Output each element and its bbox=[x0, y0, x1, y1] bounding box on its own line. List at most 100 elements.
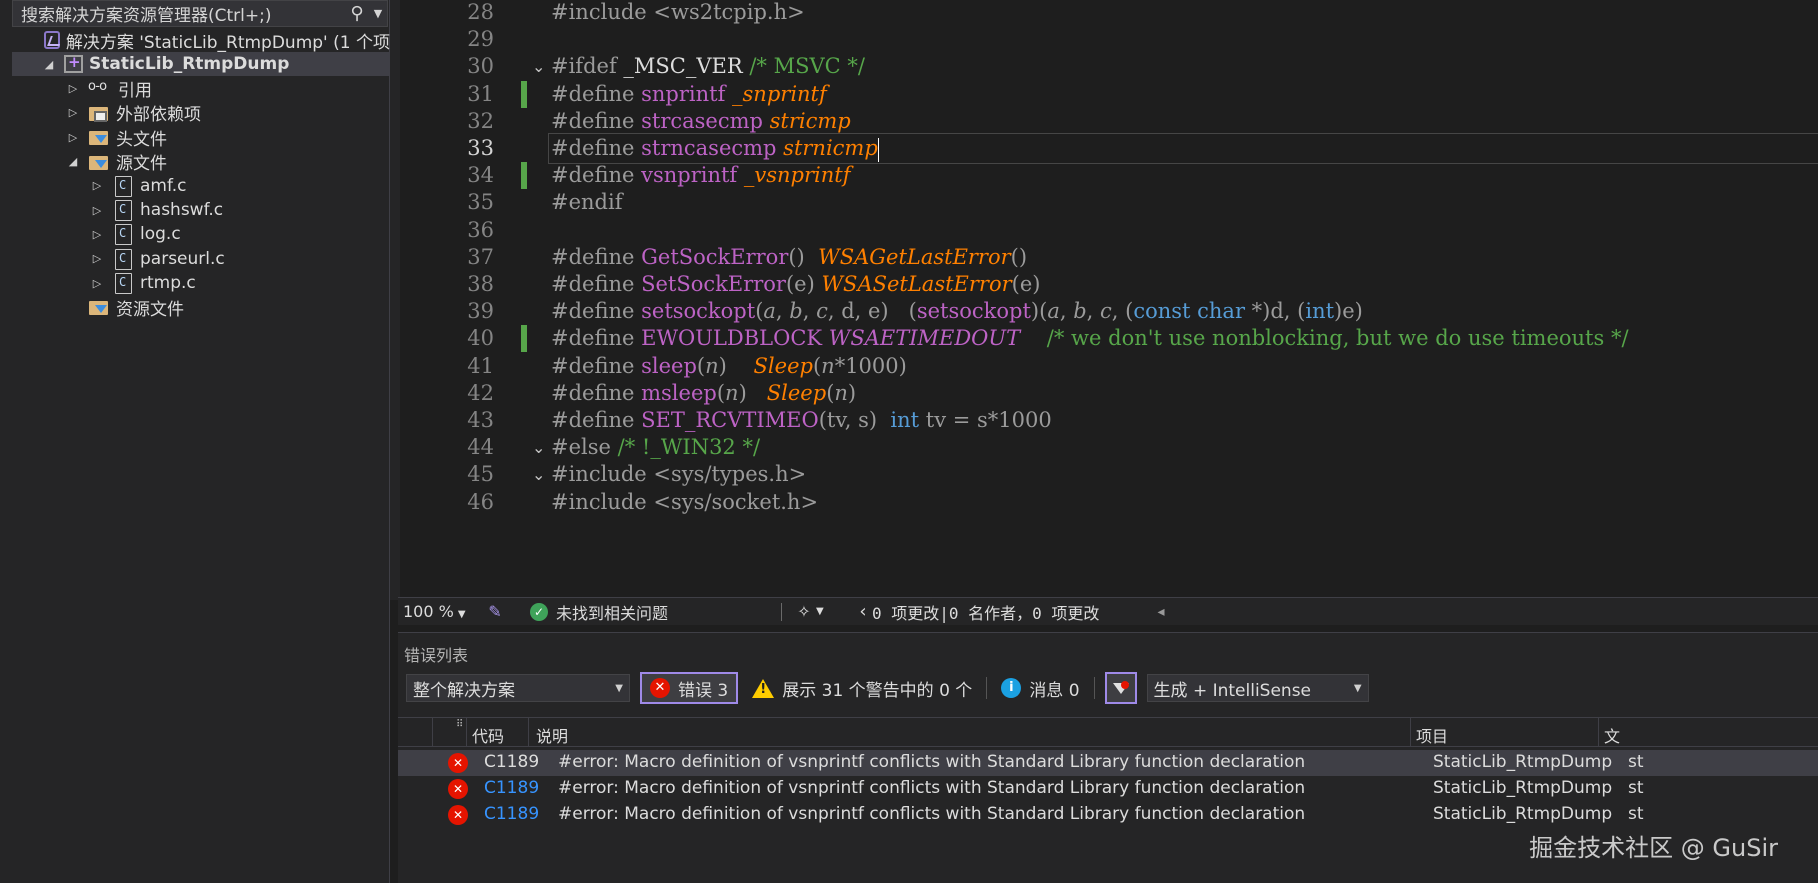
divider bbox=[1093, 677, 1095, 699]
expand-arrow-icon[interactable]: ▷ bbox=[66, 82, 80, 95]
column-header-description[interactable]: 说明 bbox=[536, 723, 568, 747]
expand-arrow-icon[interactable]: ▷ bbox=[66, 106, 80, 119]
filter-button[interactable] bbox=[1104, 672, 1137, 704]
code-token: _vsnprintf bbox=[743, 163, 851, 188]
code-token: <sys/types.h> bbox=[653, 462, 807, 487]
sort-icon[interactable]: ⠿ bbox=[456, 719, 463, 730]
chevron-down-icon[interactable]: ▼ bbox=[816, 606, 834, 617]
code-token: , bbox=[1059, 299, 1074, 324]
errors-filter-button[interactable]: ✕ 错误 3 bbox=[640, 672, 739, 704]
error-project: StaticLib_RtmpDump bbox=[1433, 778, 1613, 798]
tree-item[interactable]: ▷ hashswf.c bbox=[12, 198, 390, 222]
scroll-left-icon[interactable]: ◂ bbox=[1152, 604, 1170, 620]
error-row[interactable]: ✕ C1189 #error: Macro definition of vsnpri… bbox=[398, 750, 1818, 776]
error-code[interactable]: C1189 bbox=[484, 752, 539, 772]
expand-arrow-icon[interactable]: ▷ bbox=[90, 179, 104, 192]
code-token: #define bbox=[551, 136, 642, 160]
error-row[interactable]: ✕ C1189 #error: Macro definition of vsnpri… bbox=[398, 776, 1818, 802]
error-code[interactable]: C1189 bbox=[484, 778, 539, 798]
git-changes-status[interactable]: 0 项更改|0 名作者，0 项更改 bbox=[872, 600, 1152, 624]
code-token: *1000) bbox=[834, 353, 907, 378]
chevron-down-icon[interactable]: ▼ bbox=[369, 7, 387, 20]
solution-icon bbox=[43, 31, 60, 49]
code-token: /* MSVC */ bbox=[749, 54, 865, 79]
column-divider bbox=[432, 718, 433, 746]
tree-item[interactable]: ◢ 源文件 bbox=[12, 150, 390, 174]
solution-explorer-search[interactable]: 搜索解决方案资源管理器(Ctrl+;) ⚲ ▼ bbox=[12, 0, 388, 27]
code-token: #define bbox=[551, 108, 642, 133]
code-token: #include bbox=[551, 0, 654, 24]
code-token: )( bbox=[1030, 299, 1048, 324]
search-input[interactable]: 搜索解决方案资源管理器(Ctrl+;) bbox=[13, 1, 345, 26]
tree-item[interactable]: ▷ 头文件 bbox=[12, 125, 390, 150]
error-code[interactable]: C1189 bbox=[484, 804, 539, 824]
text-caret bbox=[877, 137, 879, 162]
expand-arrow-icon[interactable]: ▷ bbox=[66, 131, 80, 144]
code-token: ( bbox=[696, 353, 706, 378]
code-token: tv = s*1000 bbox=[919, 408, 1052, 432]
info-icon: i bbox=[1001, 678, 1022, 698]
messages-filter-button[interactable]: i 消息 0 bbox=[1001, 676, 1080, 701]
broom-icon[interactable]: ✧ bbox=[792, 602, 816, 621]
warning-icon bbox=[752, 678, 775, 698]
code-token: (e) bbox=[1011, 272, 1041, 296]
error-file: st bbox=[1628, 752, 1644, 772]
tree-item[interactable]: ◢ StaticLib_RtmpDump bbox=[12, 52, 390, 77]
tree-item[interactable]: 解决方案 'StaticLib_RtmpDump' (1 个项 bbox=[12, 28, 390, 52]
tree-item[interactable]: 资源文件 bbox=[12, 295, 390, 319]
error-icon: ✕ bbox=[650, 678, 670, 698]
code-token: #define bbox=[551, 163, 642, 188]
expand-arrow-icon[interactable]: ▷ bbox=[90, 277, 104, 290]
code-token: EWOULDBLOCK bbox=[641, 326, 829, 351]
column-header-file[interactable]: 文 bbox=[1604, 723, 1620, 747]
filter-folder-icon bbox=[88, 297, 110, 317]
code-token: , bbox=[1086, 299, 1101, 324]
collapse-arrow-icon[interactable]: ◢ bbox=[66, 155, 80, 168]
chevron-left-icon[interactable]: ‹ bbox=[854, 601, 872, 622]
code-token: ( bbox=[716, 380, 726, 405]
code-token: , bbox=[802, 299, 817, 324]
search-icon[interactable]: ⚲ bbox=[345, 3, 369, 24]
code-token: ) bbox=[738, 380, 767, 405]
tree-item[interactable]: ▷ rtmp.c bbox=[12, 271, 390, 295]
tree-item-label: 头文件 bbox=[116, 129, 167, 150]
column-header-project[interactable]: 项目 bbox=[1416, 723, 1448, 747]
tree-item-label: 解决方案 'StaticLib_RtmpDump' (1 个项 bbox=[65, 32, 390, 53]
issues-status[interactable]: 未找到相关问题 bbox=[556, 600, 771, 624]
code-cleanup-profile-icon[interactable]: ✎ bbox=[480, 602, 510, 621]
tree-item[interactable]: ▷ 引用 bbox=[12, 77, 390, 101]
tree-item-label: 源文件 bbox=[116, 154, 167, 174]
warnings-filter-button[interactable]: 展示 31 个警告中的 0 个 bbox=[752, 676, 972, 701]
build-source-dropdown[interactable]: 生成 + IntelliSense ▼ bbox=[1146, 674, 1369, 702]
column-header-code[interactable]: 代码 bbox=[472, 723, 504, 747]
tree-item[interactable]: ▷ 外部依赖项 bbox=[12, 101, 390, 125]
code-line[interactable]: 46 #include <sys/socket.h> bbox=[400, 487, 1818, 518]
code-token: WSAETIMEDOUT bbox=[828, 326, 1021, 351]
error-project: StaticLib_RtmpDump bbox=[1433, 804, 1613, 824]
code-token: ) bbox=[718, 353, 754, 378]
error-list-toolbar: 整个解决方案 ▼ ✕ 错误 3 展示 31 个警告中的 0 个 i 消息 0 生… bbox=[406, 672, 1369, 704]
code-token: () bbox=[788, 244, 819, 269]
tree-item[interactable]: ▷ parseurl.c bbox=[12, 247, 390, 271]
code-token: () bbox=[1010, 244, 1028, 269]
scope-dropdown[interactable]: 整个解决方案 ▼ bbox=[406, 674, 630, 702]
code-token: msleep bbox=[641, 380, 717, 405]
code-token: n bbox=[821, 353, 835, 378]
tree-item[interactable]: ▷ log.c bbox=[12, 222, 390, 246]
tree-item-label: StaticLib_RtmpDump bbox=[89, 54, 290, 75]
error-row[interactable]: ✕ C1189 #error: Macro definition of vsnpri… bbox=[398, 802, 1818, 828]
collapse-arrow-icon[interactable]: ◢ bbox=[42, 58, 56, 71]
expand-arrow-icon[interactable]: ▷ bbox=[90, 252, 104, 265]
code-token: GetSockError bbox=[641, 244, 789, 269]
expand-arrow-icon[interactable]: ▷ bbox=[90, 228, 104, 241]
expand-arrow-icon[interactable]: ▷ bbox=[90, 204, 104, 217]
tree-item[interactable]: ▷ amf.c bbox=[12, 174, 390, 198]
code-token: ( bbox=[812, 353, 822, 378]
code-token: /* we don't use nonblocking, but we do u… bbox=[1020, 326, 1629, 351]
tree-item-label: hashswf.c bbox=[140, 200, 224, 221]
code-token: SetSockError bbox=[641, 272, 786, 296]
code-token: n bbox=[705, 353, 719, 378]
check-circle-icon: ✓ bbox=[530, 602, 548, 621]
zoom-select[interactable]: 100 % ▼ bbox=[398, 602, 480, 621]
code-editor[interactable]: 28 #include <ws2tcpip.h> 29 30 ⌄ #ifdef _MSC_… bbox=[400, 0, 1818, 600]
